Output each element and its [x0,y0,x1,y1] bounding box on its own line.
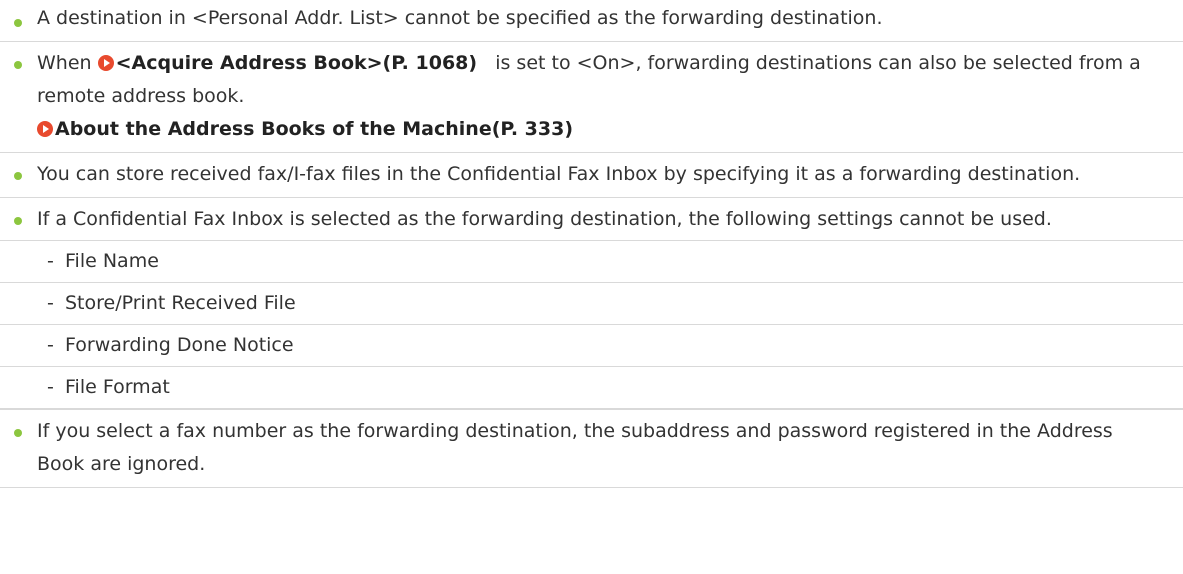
sublist-item: - Store/Print Received File [0,283,1183,325]
settings-sublist: - File Name - Store/Print Received File -F… [0,240,1183,408]
link-label: About the Address Books of the Machine(P… [55,118,574,140]
list-item: If you select a fax number as the forwar… [0,409,1183,488]
list-item: If a Confidential Fax Inbox is selected … [0,198,1183,409]
item-text: If a Confidential Fax Inbox is selected … [37,208,1052,230]
bullet-icon [14,19,22,27]
link-label: <Acquire Address Book>(P. 1068) [115,52,478,74]
list-item: When <Acquire Address Book>(P. 1068) is … [0,42,1183,153]
link-arrow-icon [37,121,53,137]
address-books-link[interactable]: About the Address Books of the Machine(P… [37,118,573,140]
item-text: A destination in <Personal Addr. List> c… [37,7,883,29]
bullet-icon [14,429,22,437]
link-arrow-icon [97,55,114,71]
item-text: If you select a fax number as the forwar… [37,420,1113,475]
bullet-icon [14,61,22,69]
sublist-item-label: File Name [65,250,159,272]
sublist-item-label: Store/Print Received File [65,292,296,314]
sublist-item-label: File Format [65,376,170,398]
bullet-icon [14,172,22,180]
list-item: A destination in <Personal Addr. List> c… [0,0,1183,42]
sublist-item: - File Name [0,241,1183,283]
sublist-item-label: Forwarding Done Notice [65,334,294,356]
acquire-address-book-link[interactable]: <Acquire Address Book>(P. 1068) [97,52,478,74]
notes-list: A destination in <Personal Addr. List> c… [0,0,1183,488]
bullet-icon [14,217,22,225]
item-text: You can store received fax/I-fax files i… [37,163,1081,185]
sublist-item: - File Format [47,376,170,398]
item-text-prefix: When [37,52,98,74]
list-item: You can store received fax/I-fax files i… [0,153,1183,198]
sublist-item: - Forwarding Done Notice [0,325,1183,367]
